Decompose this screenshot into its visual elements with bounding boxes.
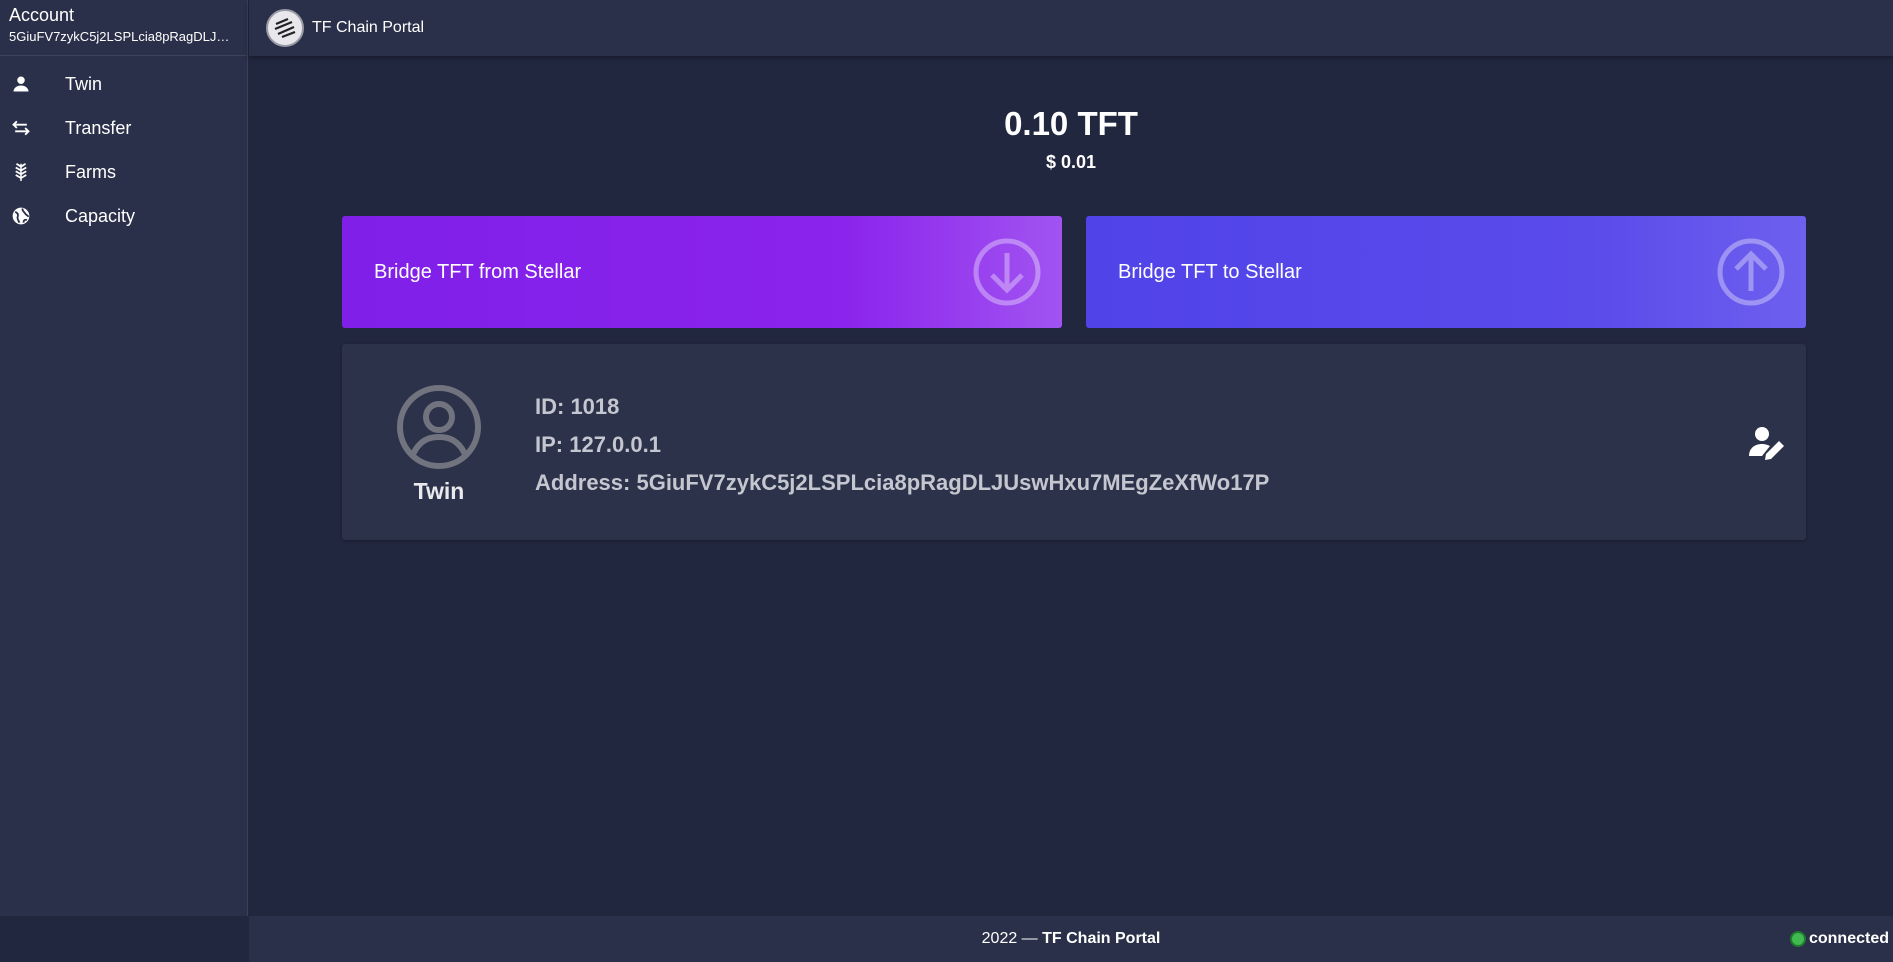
twin-card: Twin ID: 1018 IP: 127.0.0.1 Address: 5Gi… [342,344,1806,540]
swap-arrows-icon [11,118,31,138]
account-circle-icon [397,385,481,469]
twin-address: Address: 5GiuFV7zykC5j2LSPLcia8pRagDLJUs… [535,470,1270,495]
footer: 2022 — TF Chain Portal connected [249,916,1893,962]
twin-details: ID: 1018 IP: 127.0.0.1 Address: 5GiuFV7z… [535,388,1269,502]
globe-icon [11,206,31,226]
sidebar-item-farms[interactable]: Farms [0,150,247,194]
threefold-logo[interactable] [266,9,304,47]
sidebar-item-label: Capacity [65,205,136,226]
balance-display: 0.10 TFT $ 0.01 [249,104,1893,173]
footer-year: 2022 — [981,930,1043,947]
account-address[interactable]: 5GiuFV7zykC5j2LSPLcia8pRagDLJUswHxu7MEgZ… [9,28,237,45]
connection-status: connected [1789,916,1889,962]
balance-tft: 0.10 TFT [1004,105,1138,142]
footer-brand: TF Chain Portal [1042,930,1161,947]
app-title: TF Chain Portal [312,19,425,36]
sidebar-item-twin[interactable]: Twin [0,62,247,106]
twin-id: ID: 1018 [535,394,620,419]
account-panel: Account 5GiuFV7zykC5j2LSPLcia8pRagDLJUsw… [0,0,247,56]
twin-ip: IP: 127.0.0.1 [535,432,661,457]
connection-status-label: connected [1808,930,1889,947]
twin-title: Twin [413,478,465,504]
arrow-down-circle-icon [973,238,1041,306]
bridge-from-label: Bridge TFT from Stellar [374,260,582,283]
sidebar: Account 5GiuFV7zykC5j2LSPLcia8pRagDLJUsw… [0,0,248,916]
bridge-from-stellar-button[interactable]: Bridge TFT from Stellar [342,216,1062,328]
sidebar-item-label: Farms [65,161,116,182]
balance-usd: $ 0.01 [1045,152,1097,172]
sidebar-item-label: Transfer [65,117,132,138]
bridge-to-label: Bridge TFT to Stellar [1118,260,1302,283]
account-title: Account [9,5,75,25]
sidebar-item-transfer[interactable]: Transfer [0,106,247,150]
edit-twin-icon[interactable] [1746,424,1786,464]
arrow-up-circle-icon [1717,238,1785,306]
status-dot-icon [1789,931,1806,947]
sidebar-item-label: Twin [65,73,103,94]
sidebar-item-capacity[interactable]: Capacity [0,194,247,238]
person-icon [11,74,31,94]
wheat-icon [11,162,31,182]
bridge-to-stellar-button[interactable]: Bridge TFT to Stellar [1086,216,1806,328]
top-bar: TF Chain Portal [249,0,1893,56]
